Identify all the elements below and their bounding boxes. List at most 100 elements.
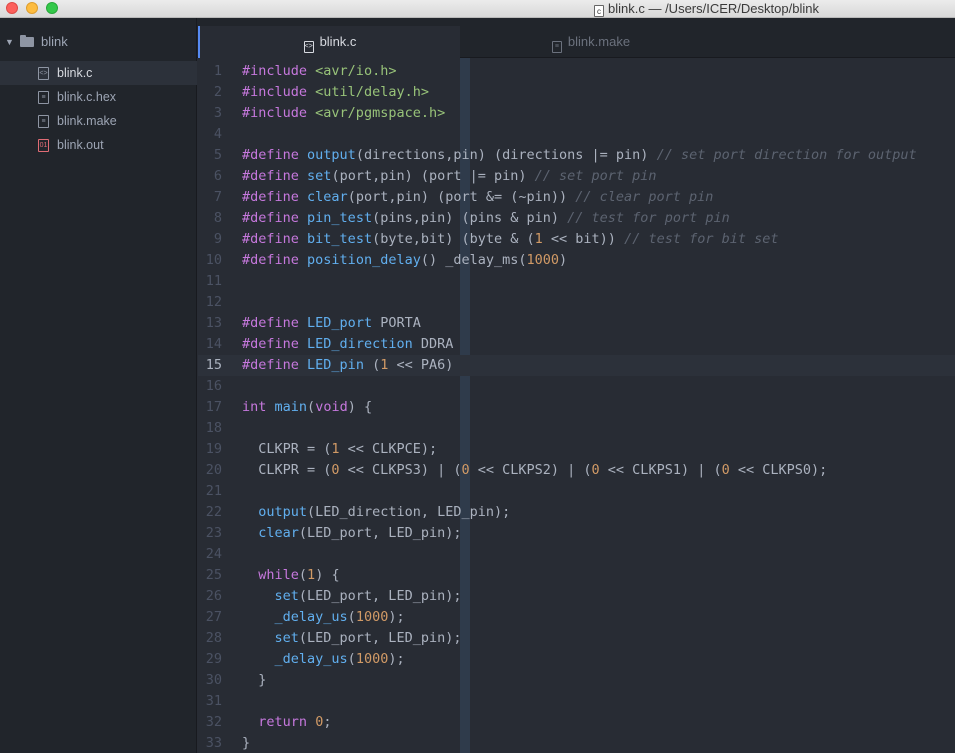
code-token: 1 xyxy=(307,567,316,583)
code-token: CLKPR = ( xyxy=(242,462,332,478)
code-line[interactable]: 25 while(1) { xyxy=(198,565,955,586)
code-line[interactable]: 6 #define set(port,pin) (port |= pin) // … xyxy=(198,166,955,187)
code-line[interactable]: 22 output(LED_direction, LED_pin); xyxy=(198,502,955,523)
code-token: #define xyxy=(242,231,299,247)
line-number: 25 xyxy=(205,567,222,583)
code-line[interactable]: 29 _delay_us(1000); xyxy=(198,649,955,670)
code-token: 1 xyxy=(534,231,543,247)
code-line[interactable]: 16 xyxy=(198,376,955,397)
line-number: 10 xyxy=(205,252,222,268)
code-token: (pins,pin) (pins & pin) xyxy=(372,210,568,226)
code-line[interactable]: 3 #include <avr/pgmspace.h> xyxy=(198,103,955,124)
chevron-down-icon[interactable]: ▼ xyxy=(5,32,14,52)
code-line[interactable]: 18 xyxy=(198,418,955,439)
code-line[interactable]: 15 #define LED_pin (1 << PA6) xyxy=(198,355,955,376)
code-token: set xyxy=(274,630,299,646)
code-line[interactable]: 32 return 0; xyxy=(198,712,955,733)
line-number: 20 xyxy=(205,462,222,478)
code-token: return xyxy=(258,714,308,730)
code-line[interactable]: 26 set(LED_port, LED_pin); xyxy=(198,586,955,607)
code-token: #include xyxy=(242,84,308,100)
code-token: #define xyxy=(242,168,299,184)
code-line[interactable]: 28 set(LED_port, LED_pin); xyxy=(198,628,955,649)
code-line[interactable]: 23 clear(LED_port, LED_pin); xyxy=(198,523,955,544)
code-line[interactable]: 8 #define pin_test(pins,pin) (pins & pin)… xyxy=(198,208,955,229)
code-token: 1000 xyxy=(355,609,389,625)
code-line[interactable]: 5 #define output(directions,pin) (directi… xyxy=(198,145,955,166)
code-token: LED_pin xyxy=(307,357,364,373)
code-token: #include xyxy=(242,105,308,121)
code-line[interactable]: 9 #define bit_test(byte,bit) (byte & (1 <… xyxy=(198,229,955,250)
code-token: ( xyxy=(347,609,356,625)
code-token: #define xyxy=(242,210,299,226)
code-token: LED_direction xyxy=(307,336,413,352)
line-number: 9 xyxy=(213,231,222,247)
code-token: ) { xyxy=(315,567,340,583)
line-number: 7 xyxy=(213,189,222,205)
line-code: CLKPR = ( 0 << CLKPS3) | ( 0 << CLKPS2) | … xyxy=(242,460,827,481)
code-line[interactable]: 4 xyxy=(198,124,955,145)
line-number: 2 xyxy=(213,84,222,100)
code-token: <avr/io.h> xyxy=(315,63,397,79)
code-line[interactable]: 12 xyxy=(198,292,955,313)
code-line[interactable]: 19 CLKPR = (1 << CLKPCE); xyxy=(198,439,955,460)
line-number: 11 xyxy=(205,273,222,289)
code-line[interactable]: 7 #define clear(port,pin) (port &= (~pin)… xyxy=(198,187,955,208)
line-number: 17 xyxy=(205,399,222,415)
code-token: (port,pin) (port |= pin) xyxy=(331,168,535,184)
code-token: << CLKPS2) | ( xyxy=(469,462,592,478)
tree-item-blink-make[interactable]: ≡ blink.make xyxy=(0,109,197,133)
minimize-window-button[interactable] xyxy=(26,2,38,14)
code-token: ; xyxy=(323,714,332,730)
code-line[interactable]: 10 #define position_delay() _delay_ms(100… xyxy=(198,250,955,271)
line-number: 28 xyxy=(205,630,222,646)
code-line[interactable]: 13 #define LED_port PORTA xyxy=(198,313,955,334)
line-number: 1 xyxy=(213,63,222,79)
code-line[interactable]: 20 CLKPR = ( 0 << CLKPS3) | ( 0 << CLKPS2)… xyxy=(198,460,955,481)
code-token: ) xyxy=(559,252,568,268)
tree-item-blink-c-hex[interactable]: ≡ blink.c.hex xyxy=(0,85,197,109)
line-code: #include <avr/pgmspace.h> xyxy=(242,103,445,124)
code-token: (LED_port, LED_pin); xyxy=(298,630,462,646)
code-line[interactable]: 27 _delay_us(1000); xyxy=(198,607,955,628)
code-line[interactable]: 2 #include <util/delay.h> xyxy=(198,82,955,103)
tree-root-folder[interactable]: ▼ blink xyxy=(0,32,197,52)
code-line[interactable]: 17 int main(void) { xyxy=(198,397,955,418)
line-number: 15 xyxy=(205,357,222,373)
code-token: (LED_port, LED_pin); xyxy=(298,525,462,541)
close-window-button[interactable] xyxy=(6,2,18,14)
tab-blink-c[interactable]: <> blink.c xyxy=(198,26,460,58)
tab-blink-make[interactable]: ≡ blink.make xyxy=(460,26,722,58)
code-line[interactable]: 30 } xyxy=(198,670,955,691)
code-line[interactable]: 31 xyxy=(198,691,955,712)
code-line[interactable]: 14 #define LED_direction DDRA xyxy=(198,334,955,355)
code-line[interactable]: 1 #include <avr/io.h> xyxy=(198,61,955,82)
code-token: int xyxy=(242,399,267,415)
code-line[interactable]: 21 xyxy=(198,481,955,502)
line-code: while(1) { xyxy=(242,565,340,586)
line-number: 3 xyxy=(213,105,222,121)
line-code: _delay_us(1000); xyxy=(242,607,405,628)
tree-item-blink-out[interactable]: 01 blink.out xyxy=(0,133,197,157)
line-number: 26 xyxy=(205,588,222,604)
code-editor[interactable]: 1 #include <avr/io.h> 2 #include <util/dela… xyxy=(198,58,955,753)
line-number: 16 xyxy=(205,378,222,394)
code-token: 0 xyxy=(721,462,730,478)
code-line[interactable]: 11 xyxy=(198,271,955,292)
zoom-window-button[interactable] xyxy=(46,2,58,14)
line-number: 29 xyxy=(205,651,222,667)
code-line[interactable]: 24 xyxy=(198,544,955,565)
line-code: output(LED_direction, LED_pin); xyxy=(242,502,510,523)
code-token: #define xyxy=(242,189,299,205)
code-token: << CLKPS3) | ( xyxy=(339,462,462,478)
tree-item-blink-c[interactable]: <> blink.c xyxy=(0,61,197,85)
code-token: 0 xyxy=(591,462,600,478)
code-token: ( xyxy=(307,399,316,415)
code-token: // set port direction for output xyxy=(656,147,917,163)
code-line[interactable]: 33} xyxy=(198,733,955,753)
